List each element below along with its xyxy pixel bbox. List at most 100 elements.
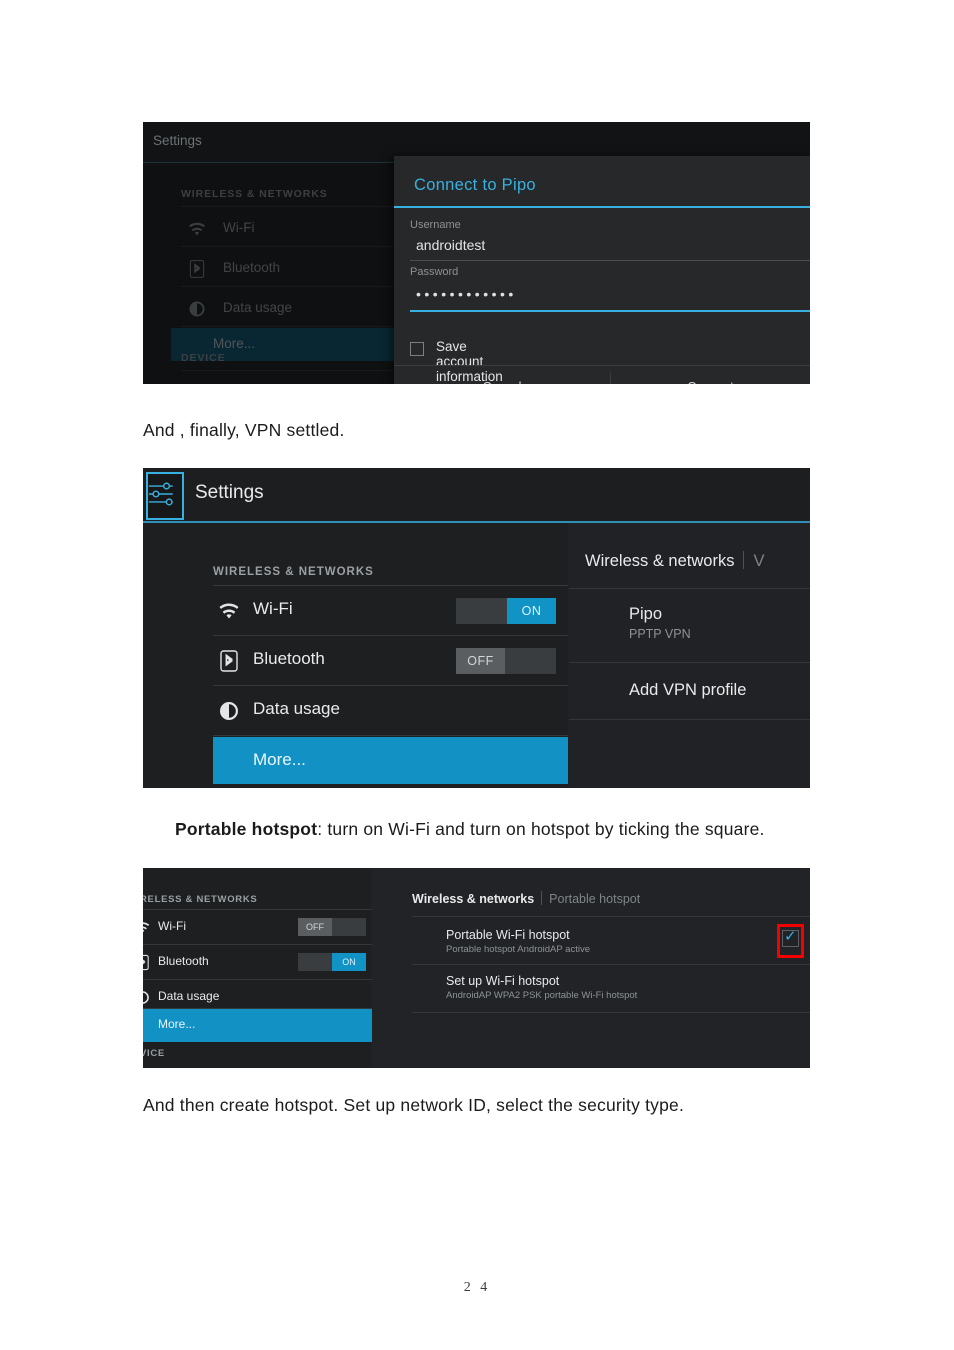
s3-divider-1 xyxy=(143,909,372,910)
s3-breadcrumb-separator xyxy=(541,891,543,905)
s3-divider-3 xyxy=(143,979,372,980)
bluetooth-toggle[interactable]: OFF xyxy=(456,648,556,674)
s2-breadcrumb: Wireless & networks V xyxy=(585,551,764,571)
data-usage-icon xyxy=(187,299,207,319)
s2-row-label: Wi-Fi xyxy=(253,599,293,618)
wifi-icon xyxy=(217,599,241,623)
s3-item-title: Portable Wi-Fi hotspot xyxy=(446,928,570,942)
cancel-button[interactable]: Cancel xyxy=(394,366,610,384)
s1-device-header: DEVICE xyxy=(181,352,226,364)
s1-row-label: Wi-Fi xyxy=(223,220,255,235)
s3-breadcrumb: Wireless & networks Portable hotspot xyxy=(412,890,640,908)
dialog-title: Connect to Pipo xyxy=(414,176,536,194)
s2-vpn-item-subtitle: PPTP VPN xyxy=(629,627,691,641)
wifi-toggle-state: OFF xyxy=(298,918,332,936)
bluetooth-icon xyxy=(187,259,207,279)
s2-vpn-item-pipo[interactable]: Pipo PPTP VPN xyxy=(629,605,691,641)
s3-breadcrumb-child: Portable hotspot xyxy=(549,892,641,906)
wifi-icon xyxy=(143,919,151,936)
document-page: Settings WIRELESS & NETWORKS Wi-Fi Bluet… xyxy=(0,0,954,1350)
s3-device-header: VICE xyxy=(143,1048,165,1059)
s2-vpn-divider-3 xyxy=(569,719,810,720)
settings-window-title: Settings xyxy=(153,133,202,148)
s3-row-bluetooth[interactable]: Bluetooth ON xyxy=(143,946,372,979)
s2-section-header: WIRELESS & NETWORKS xyxy=(213,566,374,578)
data-usage-icon xyxy=(217,699,241,723)
s2-vpn-item-add-profile[interactable]: Add VPN profile xyxy=(629,681,746,700)
s2-app-title: Settings xyxy=(195,482,264,503)
s3-row-label: Wi-Fi xyxy=(158,919,186,933)
s3-item-subtitle: Portable hotspot AndroidAP active xyxy=(446,944,591,955)
page-number: 2 4 xyxy=(463,1280,491,1295)
s2-row-label: Bluetooth xyxy=(253,649,325,668)
screenshot-vpn-settings: Settings WIRELESS & NETWORKS Wi-Fi ON Bl… xyxy=(143,468,810,788)
s1-row-label: Data usage xyxy=(223,300,293,315)
paragraph-create-hotspot: And then create hotspot. Set up network … xyxy=(143,1095,685,1115)
s2-vpn-item-title: Pipo xyxy=(629,605,663,623)
s3-row-wifi[interactable]: Wi-Fi OFF xyxy=(143,911,372,944)
data-usage-icon xyxy=(143,989,151,1006)
s2-breadcrumb-child: V xyxy=(753,552,765,570)
s2-settings-list: WIRELESS & NETWORKS Wi-Fi ON Bluetooth O… xyxy=(143,523,568,788)
s3-hotspot-panel: Wireless & networks Portable hotspot Port… xyxy=(372,868,810,1068)
settings-sliders-icon xyxy=(146,472,184,520)
s2-vpn-divider-2 xyxy=(569,662,810,663)
s3-row-more-selected[interactable]: More... xyxy=(143,1009,372,1042)
save-account-checkbox[interactable] xyxy=(410,342,424,356)
s2-row-more-selected[interactable]: More... xyxy=(213,737,568,784)
paragraph-portable-hotspot: Portable hotspot: turn on Wi-Fi and turn… xyxy=(143,816,813,842)
paragraph-vpn-settled: And , finally, VPN settled. xyxy=(143,420,345,440)
username-field[interactable]: androidtest xyxy=(416,237,485,253)
s3-item-set-up-wifi-hotspot[interactable]: Set up Wi-Fi hotspot AndroidAP WPA2 PSK … xyxy=(446,974,637,1001)
s2-breadcrumb-parent[interactable]: Wireless & networks xyxy=(585,552,734,570)
s3-more-label: More... xyxy=(158,1017,196,1031)
connect-button[interactable]: Connect xyxy=(611,366,810,384)
s2-row-bluetooth[interactable]: Bluetooth OFF xyxy=(213,637,568,685)
s2-divider-2 xyxy=(213,635,568,636)
s3-breadcrumb-parent[interactable]: Wireless & networks xyxy=(412,892,534,906)
s3-item-portable-wifi-hotspot[interactable]: Portable Wi-Fi hotspot Portable hotspot … xyxy=(446,928,590,955)
s3-item-subtitle: AndroidAP WPA2 PSK portable Wi-Fi hotspo… xyxy=(446,990,638,1001)
s2-row-wifi[interactable]: Wi-Fi ON xyxy=(213,587,568,635)
s2-divider-3 xyxy=(213,685,568,686)
bluetooth-icon xyxy=(217,649,241,673)
password-field[interactable]: •••••••••••• xyxy=(416,286,517,302)
username-underline xyxy=(410,260,810,261)
s1-row-label: Bluetooth xyxy=(223,260,281,275)
s3-section-header: RELESS & NETWORKS xyxy=(143,894,258,905)
s2-more-label: More... xyxy=(253,750,306,769)
wifi-toggle[interactable]: ON xyxy=(456,598,556,624)
paragraph-body: : turn on Wi-Fi and turn on hotspot by t… xyxy=(317,819,765,839)
s1-more-label: More... xyxy=(213,336,256,351)
screenshot-connect-dialog: Settings WIRELESS & NETWORKS Wi-Fi Bluet… xyxy=(143,122,810,384)
s2-vpn-item-title: Add VPN profile xyxy=(629,681,747,699)
password-underline xyxy=(410,310,810,312)
s3-divider-c xyxy=(412,1012,810,1013)
screenshot-portable-hotspot: RELESS & NETWORKS Wi-Fi OFF Bluetooth ON xyxy=(143,868,810,1068)
paragraph-bold-lead: Portable hotspot xyxy=(175,819,318,839)
s3-divider-a xyxy=(412,916,810,917)
wifi-toggle-state: ON xyxy=(507,598,556,624)
s2-vpn-divider-1 xyxy=(569,588,810,589)
s3-divider-2 xyxy=(143,944,372,945)
bluetooth-toggle[interactable]: ON xyxy=(298,953,366,971)
connect-dialog: Connect to Pipo Username androidtest Pas… xyxy=(394,156,810,384)
s2-breadcrumb-separator xyxy=(743,551,745,569)
s2-action-bar: Settings xyxy=(143,468,810,521)
s3-divider-b xyxy=(412,964,810,965)
bluetooth-icon xyxy=(143,954,151,971)
highlight-annotation-box xyxy=(777,924,804,958)
s2-divider-1 xyxy=(213,585,568,586)
bluetooth-toggle-state: ON xyxy=(332,953,366,971)
dialog-title-underline xyxy=(394,206,810,208)
wifi-icon xyxy=(187,219,207,239)
s2-row-data-usage[interactable]: Data usage xyxy=(213,687,568,735)
username-label: Username xyxy=(410,219,461,231)
s2-vpn-panel: Wireless & networks V Pipo PPTP VPN Add V… xyxy=(569,523,810,788)
s2-divider-4 xyxy=(213,735,568,736)
s3-item-title: Set up Wi-Fi hotspot xyxy=(446,974,560,988)
s3-row-label: Data usage xyxy=(158,989,220,1003)
wifi-toggle[interactable]: OFF xyxy=(298,918,366,936)
bluetooth-toggle-state: OFF xyxy=(456,648,505,674)
password-label: Password xyxy=(410,266,459,278)
